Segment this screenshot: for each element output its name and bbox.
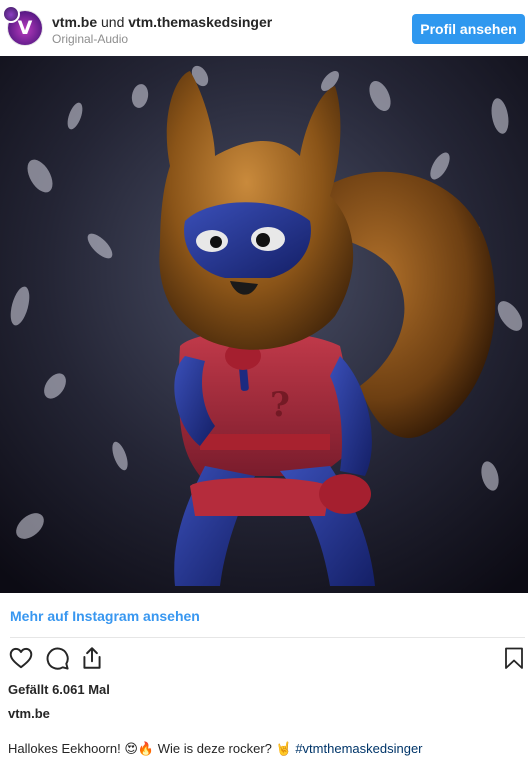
collab-connector: und <box>101 14 125 30</box>
header-text: vtm.be und vtm.themaskedsinger Original-… <box>52 14 272 47</box>
like-count[interactable]: Gefällt 6.061 Mal <box>8 682 110 697</box>
owner-username[interactable]: vtm.be <box>8 706 50 721</box>
action-bar <box>0 645 528 675</box>
heart-icon[interactable] <box>8 645 36 673</box>
svg-text:?: ? <box>270 385 290 425</box>
hashtag-link[interactable]: #vtmthemaskedsinger <box>295 741 422 756</box>
masked-singer-squirrel-image: ? <box>0 56 528 593</box>
fire-emoji-icon: 🔥 <box>137 742 155 757</box>
view-more-on-instagram-link[interactable]: Mehr auf Instagram ansehen <box>10 608 200 624</box>
divider <box>10 637 525 638</box>
instagram-embed: V vtm.be und vtm.themaskedsinger Origina… <box>0 0 528 764</box>
post-header: V vtm.be und vtm.themaskedsinger Origina… <box>0 0 528 56</box>
comment-icon[interactable] <box>44 645 72 673</box>
collab-names: vtm.be und vtm.themaskedsinger <box>52 14 272 31</box>
heart-eyes-emoji-icon: 😍 <box>124 742 138 757</box>
view-profile-button[interactable]: Profil ansehen <box>412 14 525 44</box>
username-link-1[interactable]: vtm.be <box>52 14 97 30</box>
post-caption: Hallokes Eekhoorn! 😍🔥 Wie is deze rocker… <box>8 741 423 757</box>
username-link-2[interactable]: vtm.themaskedsinger <box>128 14 272 30</box>
rock-hand-emoji-icon: 🤘 <box>275 742 292 757</box>
bookmark-icon[interactable] <box>502 645 528 673</box>
caption-question: Wie is deze rocker? <box>157 741 272 756</box>
post-image[interactable]: ? <box>0 56 528 593</box>
secondary-avatar[interactable] <box>2 5 20 23</box>
audio-label[interactable]: Original-Audio <box>52 32 272 47</box>
caption-text: Hallokes Eekhoorn! <box>8 741 121 756</box>
share-icon[interactable] <box>79 645 107 673</box>
